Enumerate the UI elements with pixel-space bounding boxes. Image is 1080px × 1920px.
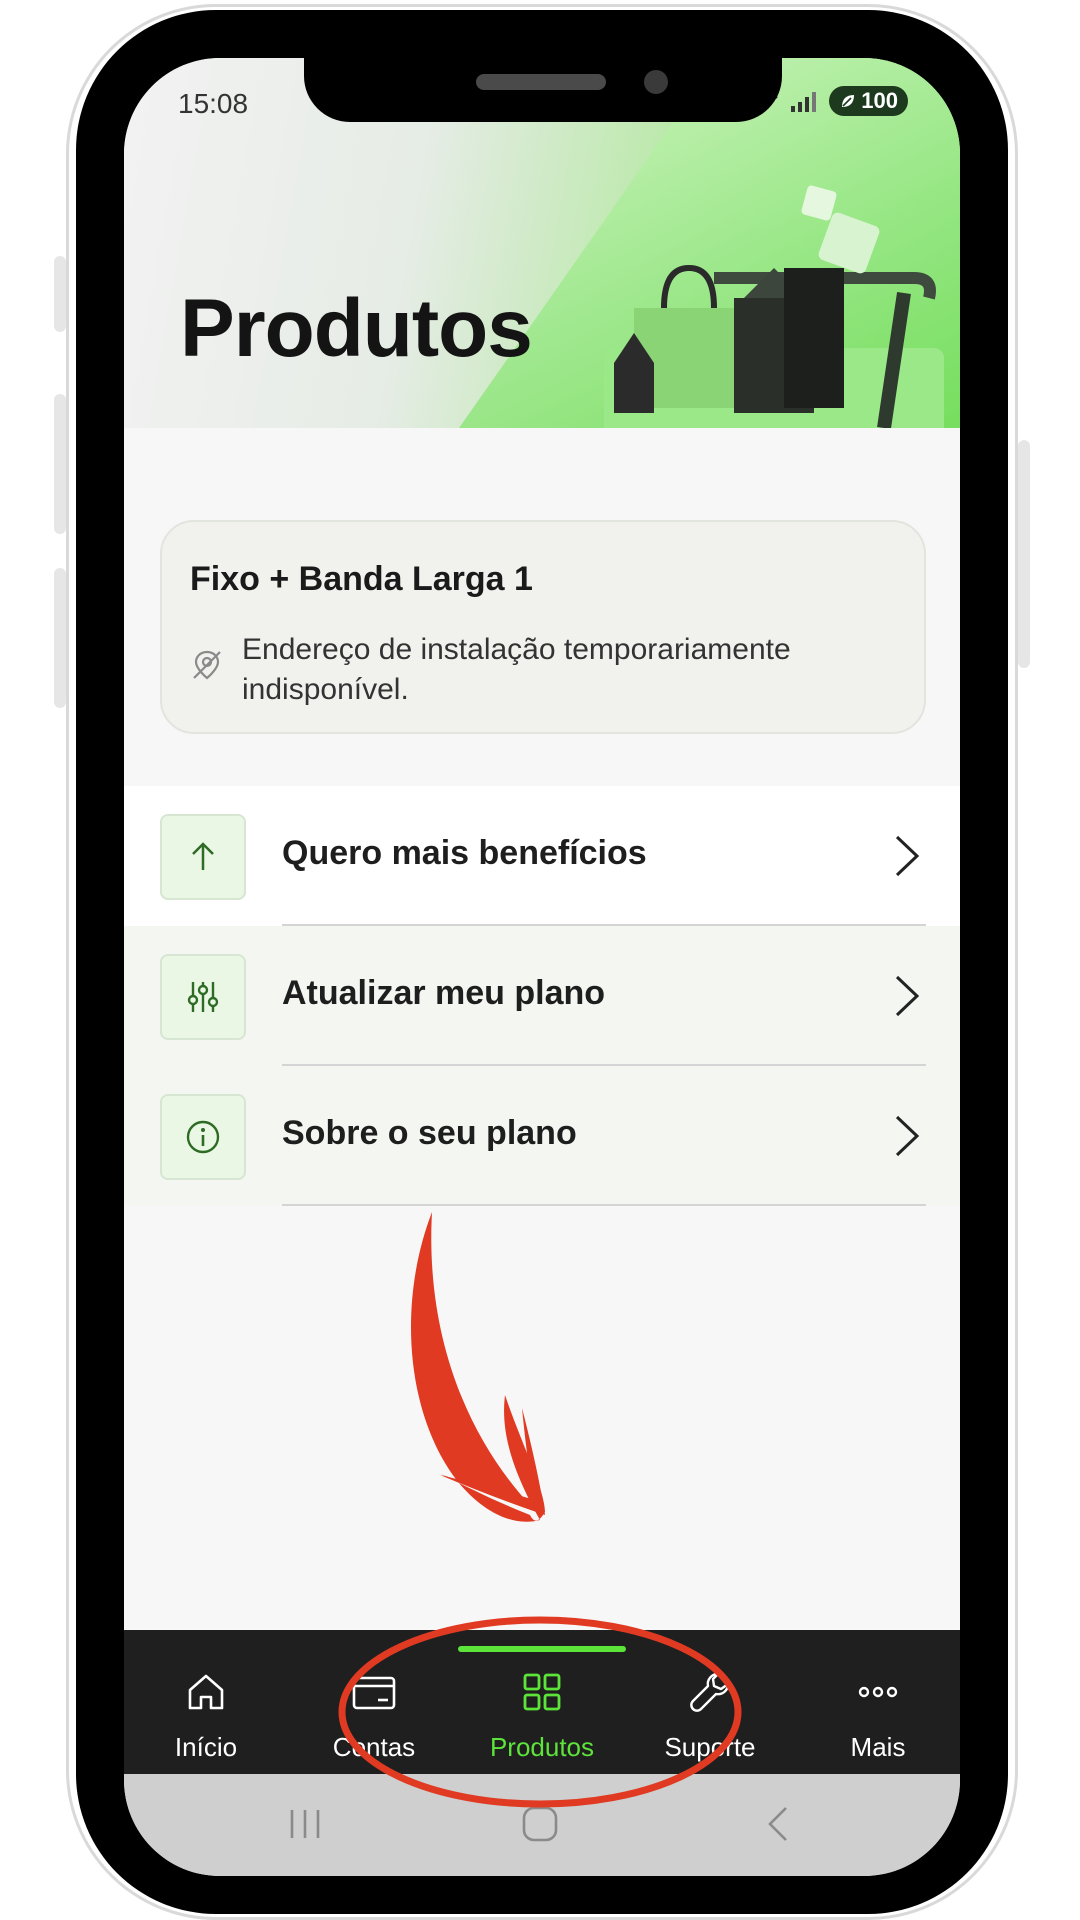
nav-label: Mais: [850, 1732, 906, 1762]
system-navigation-bar: [124, 1774, 960, 1876]
nav-item-inicio[interactable]: Início: [126, 1670, 286, 1770]
menu-item-icon-box: [160, 1094, 246, 1180]
phone-side-button: [54, 256, 66, 332]
shopping-bags-cart-illustration: [604, 185, 944, 428]
home-button[interactable]: [520, 1804, 560, 1844]
nav-label: Suporte: [664, 1732, 756, 1762]
card-icon: [352, 1676, 396, 1710]
battery-level: 100: [861, 88, 898, 113]
status-time: 15:08: [178, 88, 249, 119]
nav-item-contas[interactable]: Contas: [294, 1670, 454, 1770]
nav-label: Produtos: [489, 1732, 595, 1762]
page-title: Produtos: [180, 283, 533, 374]
phone-notch: [304, 58, 782, 122]
product-menu-list: Quero mais benefícios Atualizar meu plan…: [124, 786, 960, 1206]
sliders-icon: [187, 982, 219, 1012]
product-card-title: Fixo + Banda Larga 1: [190, 560, 533, 598]
chevron-right-icon: [895, 835, 920, 877]
nav-label: Início: [174, 1732, 238, 1762]
nav-item-mais[interactable]: Mais: [798, 1670, 958, 1770]
chevron-right-icon: [895, 975, 920, 1017]
menu-item-quero-mais-beneficios[interactable]: Quero mais benefícios: [124, 786, 960, 926]
info-icon: [186, 1120, 220, 1154]
active-tab-indicator: [458, 1646, 626, 1652]
bottom-navigation: Início Contas Produtos Suporte Mais: [124, 1630, 960, 1774]
phone-camera: [644, 70, 668, 94]
grid-icon: [523, 1673, 561, 1711]
divider: [282, 1204, 926, 1206]
menu-item-label: Sobre o seu plano: [282, 1114, 577, 1152]
arrow-up-icon: [192, 842, 214, 870]
home-icon: [188, 1674, 224, 1710]
phone-side-button: [54, 568, 66, 708]
wrench-icon: [690, 1672, 730, 1712]
app-screen: 15:08 100 Produtos Fixo + Banda Larga 1 …: [124, 58, 960, 1876]
nav-item-suporte[interactable]: Suporte: [630, 1670, 790, 1770]
location-off-icon: [193, 650, 221, 680]
back-button[interactable]: [762, 1804, 792, 1844]
recent-apps-button[interactable]: [286, 1804, 324, 1844]
chevron-right-icon: [895, 1115, 920, 1157]
nav-item-produtos[interactable]: Produtos: [462, 1670, 622, 1770]
battery-leaf-icon: [842, 95, 855, 107]
more-dots-icon: [858, 1686, 898, 1698]
nav-label: Contas: [332, 1732, 416, 1762]
menu-item-label: Quero mais benefícios: [282, 834, 647, 872]
product-card-message: Endereço de instalação temporariamente i…: [242, 633, 791, 706]
menu-item-label: Atualizar meu plano: [282, 974, 606, 1012]
phone-side-button: [1018, 440, 1030, 668]
menu-item-atualizar-meu-plano[interactable]: Atualizar meu plano: [124, 926, 960, 1066]
signal-icon: [791, 92, 817, 112]
menu-item-icon-box: [160, 954, 246, 1040]
phone-side-button: [54, 394, 66, 534]
menu-item-sobre-o-seu-plano[interactable]: Sobre o seu plano: [124, 1066, 960, 1206]
menu-item-icon-box: [160, 814, 246, 900]
product-card[interactable]: Fixo + Banda Larga 1 Endereço de instala…: [160, 520, 926, 734]
phone-speaker: [476, 74, 606, 90]
battery-indicator: 100: [829, 86, 908, 116]
